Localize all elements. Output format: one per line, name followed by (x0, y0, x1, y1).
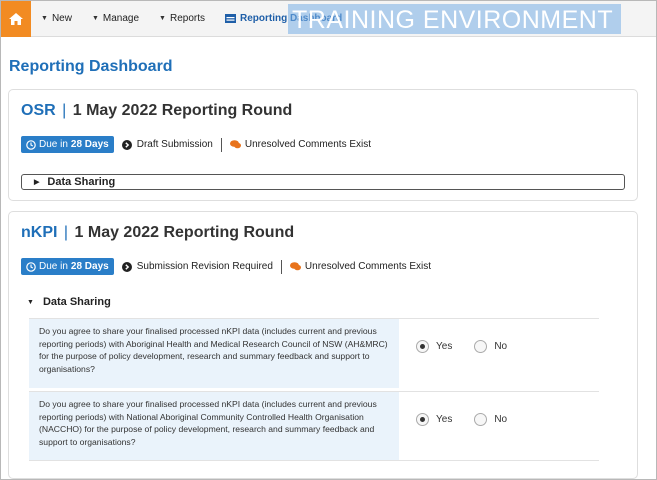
question-text: Do you agree to share your finalised pro… (29, 319, 399, 388)
status-divider (280, 259, 282, 274)
due-prefix: Due in (39, 139, 68, 150)
title-separator: | (62, 102, 67, 119)
unresolved-comments[interactable]: Unresolved Comments Exist (229, 139, 372, 150)
title-separator: | (63, 224, 69, 241)
collection-code: nKPI (21, 224, 58, 241)
nav-menu-new[interactable]: ▼ New (31, 1, 82, 37)
radio-yes[interactable] (416, 413, 429, 426)
nav-menu-manage-label: Manage (102, 13, 140, 24)
caret-down-icon: ▼ (91, 15, 99, 22)
caret-down-icon: ▼ (41, 15, 48, 22)
question-row: Do you agree to share your finalised pro… (29, 391, 599, 461)
radio-no[interactable] (474, 413, 488, 426)
training-environment-banner: TRAINING ENVIRONMENT (288, 4, 622, 34)
unresolved-comments-label: Unresolved Comments Exist (244, 139, 372, 150)
radio-no[interactable] (474, 340, 488, 353)
caret-right-icon: ▶ (34, 179, 40, 186)
caret-down-icon: ▼ (159, 15, 166, 22)
dashboard-icon (224, 14, 236, 23)
option-no-label: No (494, 414, 508, 425)
status-row: Due in 28 Days Submission Revision Requi… (21, 258, 431, 275)
reporting-round-panel-nkpi: nKPI | 1 May 2022 Reporting Round Due in… (8, 211, 638, 479)
unresolved-comments[interactable]: Unresolved Comments Exist (289, 261, 432, 272)
submission-status-label: Draft Submission (136, 139, 213, 150)
panel-title: nKPI | 1 May 2022 Reporting Round (21, 224, 294, 242)
submission-status-label: Submission Revision Required (136, 261, 273, 272)
option-yes-label: Yes (436, 341, 453, 352)
comments-icon (289, 262, 301, 271)
panel-title: OSR | 1 May 2022 Reporting Round (21, 102, 292, 120)
due-prefix: Due in (39, 261, 68, 272)
nav-menu-reports-label: Reports (169, 13, 205, 24)
option-no-label: No (494, 341, 508, 352)
caret-down-icon: ▼ (27, 298, 34, 306)
due-badge: Due in 28 Days (21, 258, 114, 275)
answer-options: Yes No (416, 413, 529, 426)
collection-code: OSR (21, 102, 56, 119)
section-data-sharing-expanded[interactable]: ▼ Data Sharing (27, 296, 111, 308)
option-yes-label: Yes (436, 414, 453, 425)
section-label: Data Sharing (42, 296, 111, 308)
option-yes[interactable]: Yes (416, 413, 452, 426)
status-divider (220, 137, 222, 152)
arrow-circle-right-icon (121, 261, 132, 272)
nav-menu-reports[interactable]: ▼ Reports (149, 1, 215, 37)
reporting-round-label: 1 May 2022 Reporting Round (72, 102, 293, 119)
submission-status: Submission Revision Required (121, 261, 273, 272)
question-row: Do you agree to share your finalised pro… (29, 318, 599, 388)
unresolved-comments-label: Unresolved Comments Exist (304, 261, 432, 272)
home-button[interactable] (1, 0, 31, 37)
home-icon (9, 12, 23, 25)
comments-icon (229, 140, 241, 149)
answer-options: Yes No (416, 340, 529, 353)
reporting-round-panel-osr: OSR | 1 May 2022 Reporting Round Due in … (8, 89, 638, 201)
nav-menu-manage[interactable]: ▼ Manage (82, 1, 149, 37)
section-label: Data Sharing (47, 176, 116, 188)
due-days: 28 Days (70, 139, 109, 150)
page-title: Reporting Dashboard (9, 58, 173, 75)
option-no[interactable]: No (474, 413, 507, 426)
section-data-sharing-collapsed[interactable]: ▶ Data Sharing (21, 174, 625, 190)
due-days: 28 Days (70, 261, 109, 272)
clock-icon (26, 261, 36, 272)
due-badge: Due in 28 Days (21, 136, 114, 153)
submission-status: Draft Submission (121, 139, 213, 150)
reporting-round-label: 1 May 2022 Reporting Round (74, 224, 295, 241)
status-row: Due in 28 Days Draft Submission Unresolv… (21, 136, 371, 153)
arrow-circle-right-icon (121, 139, 132, 150)
option-yes[interactable]: Yes (416, 340, 452, 353)
clock-icon (26, 139, 36, 150)
question-text: Do you agree to share your finalised pro… (29, 392, 399, 460)
option-no[interactable]: No (474, 340, 507, 353)
radio-yes[interactable] (416, 340, 429, 353)
nav-menu-new-label: New (51, 13, 72, 24)
